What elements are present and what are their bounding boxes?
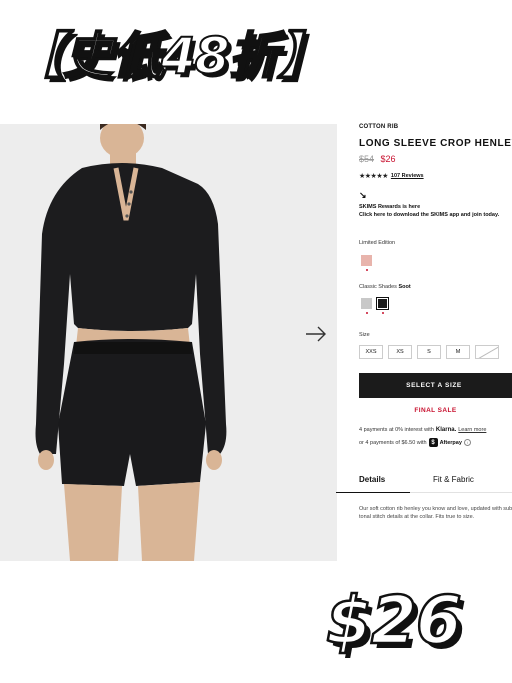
product-image[interactable] (0, 124, 337, 561)
info-icon[interactable]: i (463, 439, 471, 446)
rewards-download-link[interactable]: Click here to download the SKIMS app and… (359, 212, 499, 218)
swatch-soot[interactable] (376, 297, 389, 310)
price-row: $54 $26 (359, 154, 396, 164)
klarna-logo: Klarna. (435, 427, 457, 433)
sale-price: $26 (380, 154, 396, 164)
original-price: $54 (359, 154, 375, 164)
tab-fit-fabric[interactable]: Fit & Fabric (433, 475, 474, 484)
size-options: XXS XS S M (359, 345, 499, 359)
low-stock-dot (365, 312, 368, 314)
klarna-row: 4 payments at 0% interest with Klarna. L… (359, 427, 487, 433)
select-size-button[interactable]: SELECT A SIZE (359, 373, 512, 398)
size-xs[interactable]: XS (388, 345, 412, 359)
low-stock-dot (381, 312, 384, 314)
rewards-title: SKIMS Rewards is here (359, 204, 421, 210)
limited-edition-label: Limited Edition (359, 240, 396, 246)
size-sold-out[interactable] (475, 345, 499, 359)
size-s[interactable]: S (417, 345, 441, 359)
product-description: Our soft cotton rib henley you know and … (359, 506, 512, 521)
afterpay-row: or 4 payments of $6.50 with $ Afterpay i (359, 438, 471, 447)
low-stock-dot (365, 269, 368, 271)
size-xxs[interactable]: XXS (359, 345, 383, 359)
klarna-learn-more-link[interactable]: Learn more (458, 427, 486, 433)
afterpay-logo-icon: $ (428, 438, 438, 447)
tab-details[interactable]: Details (359, 475, 385, 484)
next-image-arrow-icon[interactable] (305, 324, 327, 344)
classic-shades-label: Classic Shades Soot (359, 284, 411, 290)
active-tab-indicator (336, 492, 410, 493)
selected-shade-name: Soot (398, 284, 411, 290)
final-sale-label: FINAL SALE (414, 407, 457, 414)
size-label: Size (359, 332, 370, 338)
afterpay-brand: Afterpay (439, 439, 462, 446)
star-rating-icon: ★★★★★ (359, 173, 388, 180)
swatch-grey[interactable] (361, 298, 372, 309)
product-title: LONG SLEEVE CROP HENLEY (359, 138, 512, 149)
rating-row: ★★★★★ 107 Reviews (359, 172, 424, 180)
swatch-limited-edition[interactable] (361, 255, 372, 266)
model-illustration (0, 124, 337, 561)
arrow-down-right-icon: ↘ (359, 190, 367, 200)
overlay-price: $26 (325, 581, 463, 661)
size-m[interactable]: M (446, 345, 470, 359)
reviews-link[interactable]: 107 Reviews (391, 173, 424, 179)
collection-label: COTTON RIB (359, 124, 399, 130)
promo-headline: 【史低48折】 (13, 26, 329, 86)
